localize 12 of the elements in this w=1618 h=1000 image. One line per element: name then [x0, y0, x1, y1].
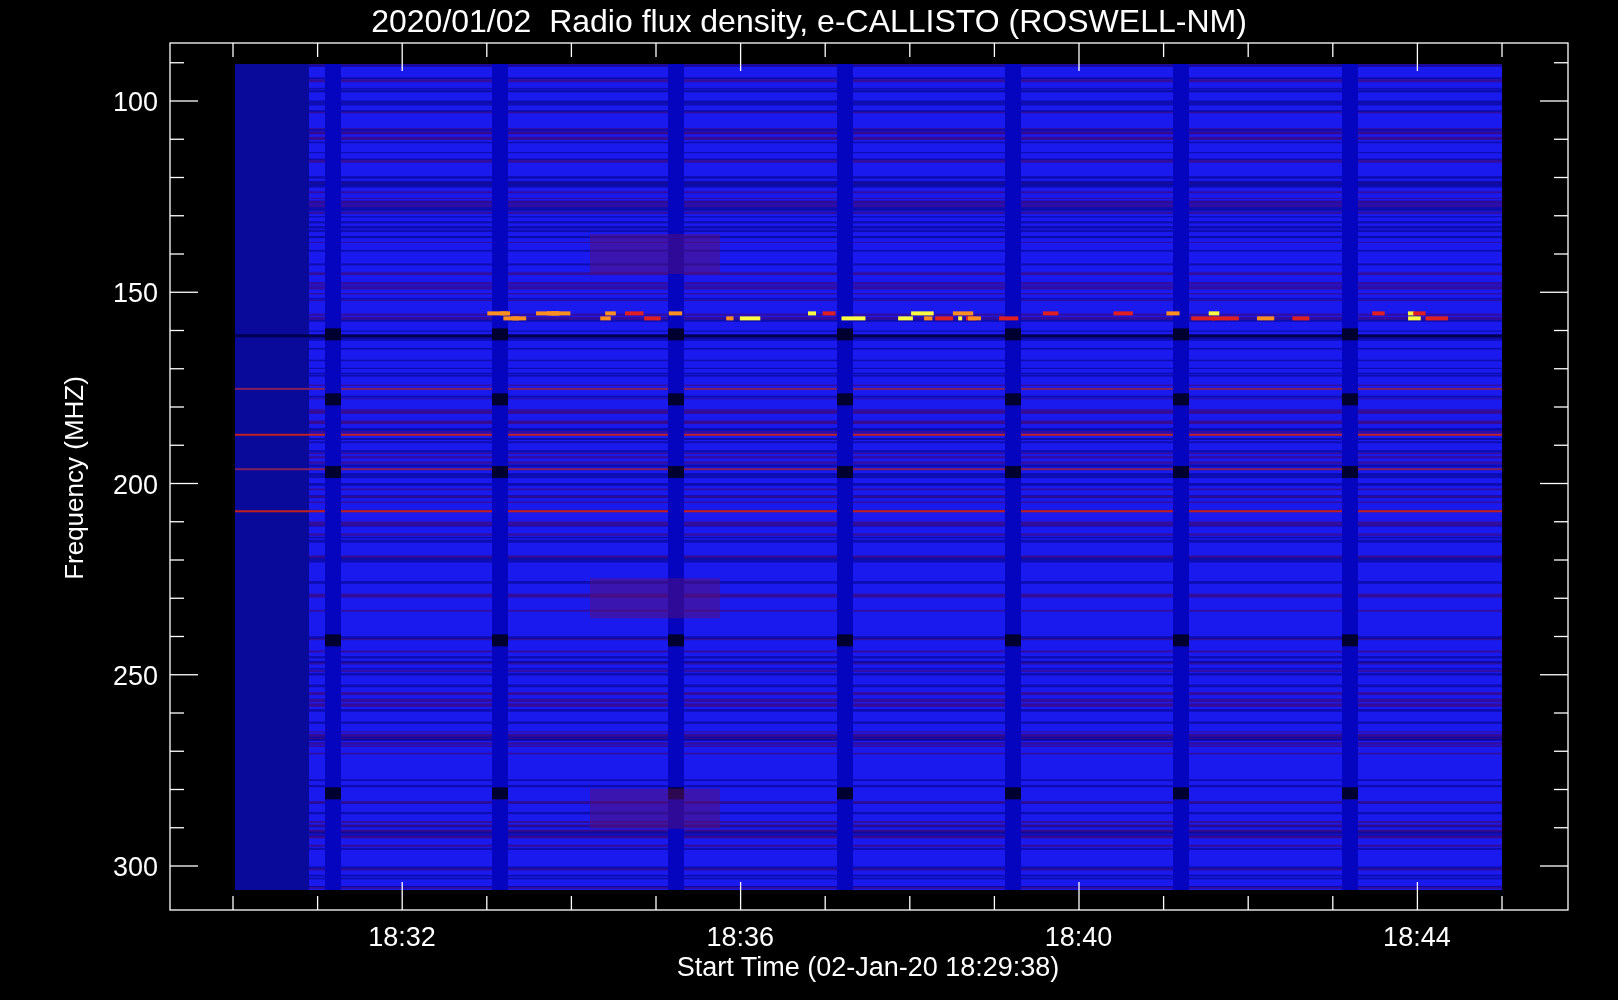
y-axis-label: Frequency (MHZ) [59, 376, 89, 580]
x-axis-label: Start Time (02-Jan-20 18:29:38) [676, 952, 1060, 982]
x-tick-label: 18:32 [368, 922, 436, 952]
y-tick-label: 200 [112, 469, 158, 500]
y-tick-label: 250 [112, 660, 158, 691]
x-tick-label: 18:44 [1383, 922, 1451, 952]
y-tick-label: 300 [112, 852, 158, 882]
x-tick-label: 18:40 [1044, 922, 1113, 952]
plot-title: 2020/01/02 Radio flux density, e-CALLISTO (ROSWELL-NM) [371, 3, 1247, 39]
y-tick-label: 150 [112, 278, 158, 309]
y-tick-label: 100 [112, 87, 158, 117]
x-tick-label: 18:36 [706, 922, 775, 952]
